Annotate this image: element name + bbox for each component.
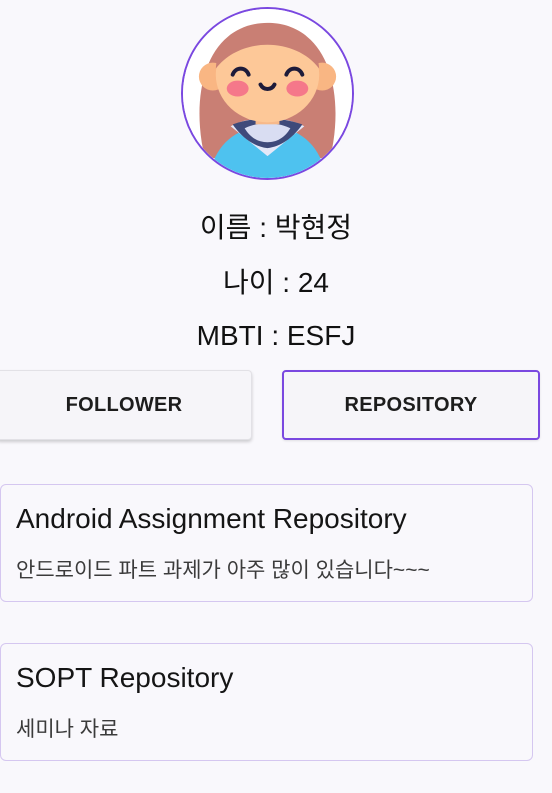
repository-title: Android Assignment Repository (16, 503, 407, 534)
girl-avatar-icon (183, 9, 352, 178)
follower-button[interactable]: FOLLOWER (0, 370, 252, 440)
repository-card[interactable]: SOPT Repository 세미나 자료 (0, 643, 533, 761)
profile-mbti: MBTI : ESFJ (196, 320, 356, 351)
repository-description: 안드로이드 파트 과제가 아주 많이 있습니다~~~ (16, 559, 430, 582)
repository-card[interactable]: Android Assignment Repository 안드로이드 파트 과… (0, 484, 533, 602)
profile-avatar (181, 7, 354, 180)
repository-description: 세미나 자료 (16, 718, 119, 741)
repository-title: SOPT Repository (16, 662, 234, 693)
profile-name: 이름 : 박현정 (199, 212, 353, 243)
profile-age: 나이 : 24 (222, 267, 329, 298)
repository-button[interactable]: REPOSITORY (282, 370, 540, 440)
